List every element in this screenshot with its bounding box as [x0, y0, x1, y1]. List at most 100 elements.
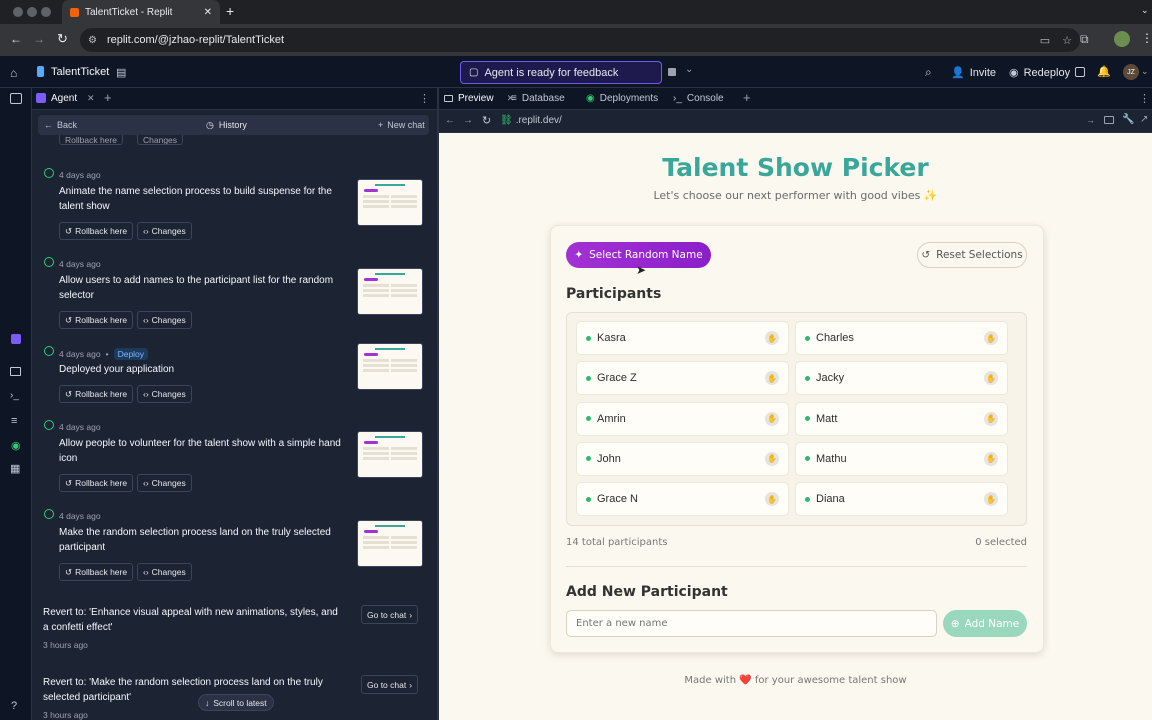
site-info-icon[interactable]: ⚙ — [88, 35, 97, 46]
open-new-window-icon[interactable]: ↗ — [1140, 114, 1148, 125]
participant-card[interactable]: Mathu ✋ — [795, 441, 1008, 476]
app-screenshot-thumbnail[interactable] — [357, 268, 423, 315]
preview-url-field[interactable]: ⛓ .replit.dev/ — [500, 115, 562, 126]
changes-button[interactable]: ‹› Changes — [137, 474, 192, 492]
go-to-chat-button[interactable]: Go to chat › — [361, 675, 419, 694]
address-bar[interactable]: ⚙ replit.com/@jzhao-replit/TalentTicket … — [80, 28, 1080, 52]
tab-deployments[interactable]: ◉ Deployments — [586, 93, 658, 104]
hand-icon[interactable]: ✋ — [765, 371, 779, 386]
notification-bell-icon[interactable]: 🔔 — [1097, 65, 1111, 78]
rollback-button[interactable]: ↺ Rollback here — [59, 563, 134, 581]
install-app-icon[interactable]: ▭ — [1040, 34, 1050, 47]
layout-icon[interactable]: ▤ — [116, 66, 126, 79]
browser-back-icon[interactable]: ← — [10, 32, 22, 46]
tab-console[interactable]: ›_ Console — [673, 93, 724, 104]
chevron-down-icon[interactable]: ⌄ — [1141, 5, 1149, 16]
participant-card[interactable]: Amrin ✋ — [576, 401, 789, 436]
panel-menu-icon[interactable]: ⋮ — [419, 92, 430, 105]
help-icon[interactable]: ? — [11, 700, 17, 712]
tab-preview[interactable]: Preview ✕ — [444, 93, 514, 104]
window-minimize-button[interactable] — [27, 7, 37, 17]
profile-avatar[interactable] — [1114, 31, 1130, 47]
hand-icon[interactable]: ✋ — [984, 492, 998, 507]
window-maximize-button[interactable] — [41, 7, 51, 17]
participant-card[interactable]: Matt ✋ — [795, 401, 1008, 436]
reload-icon[interactable]: ↻ — [57, 31, 68, 47]
close-tab-icon[interactable]: ✕ — [204, 7, 212, 18]
agent-icon[interactable] — [11, 334, 21, 344]
extensions-icon[interactable]: ⧉ — [1080, 32, 1089, 47]
browser-forward-icon[interactable]: → — [33, 32, 45, 46]
browser-menu-icon[interactable]: ⋮ — [1141, 31, 1152, 45]
bookmark-star-icon[interactable]: ☆ — [1062, 34, 1072, 47]
rollback-button[interactable]: ↺ Rollback here — [59, 385, 134, 403]
windows-icon[interactable] — [1075, 67, 1085, 77]
participant-card[interactable]: John ✋ — [576, 441, 789, 476]
hand-icon[interactable]: ✋ — [765, 492, 779, 507]
rollback-button[interactable]: Rollback here — [59, 135, 123, 145]
participant-card[interactable]: Jacky ✋ — [795, 361, 1008, 396]
hand-icon[interactable]: ✋ — [765, 451, 779, 466]
hand-icon[interactable]: ✋ — [984, 451, 998, 466]
new-tab-button[interactable]: + — [226, 3, 234, 19]
close-tab-icon[interactable]: ✕ — [87, 93, 95, 104]
go-to-chat-button[interactable]: Go to chat › — [361, 605, 419, 624]
app-screenshot-thumbnail[interactable] — [357, 179, 423, 226]
history-button[interactable]: ◷ History — [206, 120, 247, 131]
invite-button[interactable]: 👤 Invite — [951, 66, 996, 80]
participant-card[interactable]: Diana ✋ — [795, 482, 1008, 517]
new-tab-button[interactable]: + — [104, 90, 112, 105]
chevron-down-icon[interactable]: ⌄ — [685, 64, 693, 75]
rollback-button[interactable]: ↺ Rollback here — [59, 311, 134, 329]
preview-reload-icon[interactable]: ↻ — [482, 114, 491, 127]
changes-button[interactable]: Changes — [137, 135, 184, 145]
database-icon[interactable]: ≡ — [11, 415, 17, 427]
changes-button[interactable]: ‹› Changes — [137, 563, 192, 581]
changes-button[interactable]: ‹› Changes — [137, 222, 192, 240]
browser-tab[interactable]: TalentTicket - Replit ✕ — [62, 0, 220, 24]
back-button[interactable]: ← Back — [44, 120, 77, 130]
rollback-button[interactable]: ↺ Rollback here — [59, 222, 134, 240]
participant-card[interactable]: Grace N ✋ — [576, 482, 789, 517]
rollback-button[interactable]: ↺ Rollback here — [59, 474, 134, 492]
hand-icon[interactable]: ✋ — [984, 411, 998, 426]
reset-selections-button[interactable]: ↺ Reset Selections — [917, 242, 1027, 268]
preview-back-icon[interactable]: ← — [445, 115, 455, 126]
devtools-icon[interactable]: 🔧 — [1122, 114, 1134, 125]
new-tab-button[interactable]: + — [743, 90, 751, 105]
stop-icon[interactable] — [668, 68, 676, 76]
participant-card[interactable]: Charles ✋ — [795, 321, 1008, 355]
new-chat-button[interactable]: + New chat — [378, 120, 425, 130]
panel-menu-icon[interactable]: ⋮ — [1139, 92, 1150, 105]
redeploy-button[interactable]: ◉ Redeploy — [1009, 66, 1070, 80]
hand-icon[interactable]: ✋ — [984, 331, 998, 345]
user-avatar[interactable]: JZ — [1123, 64, 1139, 80]
app-screenshot-thumbnail[interactable] — [357, 520, 423, 567]
tab-database[interactable]: ≡ Database — [511, 93, 565, 104]
new-name-input[interactable] — [566, 610, 937, 637]
all-tools-icon[interactable]: ▦ — [10, 462, 20, 475]
console-icon[interactable]: ›_ — [10, 390, 19, 401]
changes-button[interactable]: ‹› Changes — [137, 385, 192, 403]
hand-icon[interactable]: ✋ — [984, 371, 998, 386]
devices-icon[interactable] — [1104, 116, 1114, 124]
window-close-button[interactable] — [13, 7, 23, 17]
changes-button[interactable]: ‹› Changes — [137, 311, 192, 329]
search-icon[interactable]: ⌕ — [925, 65, 932, 80]
tab-agent[interactable]: Agent — [51, 93, 77, 104]
project-name[interactable]: TalentTicket — [51, 66, 109, 78]
chevron-down-icon[interactable]: ⌄ — [1141, 66, 1149, 77]
scroll-to-latest-button[interactable]: ↓ Scroll to latest — [198, 694, 274, 711]
deployments-icon[interactable]: ◉ — [11, 439, 21, 452]
add-name-button[interactable]: ⊕ Add Name — [943, 610, 1027, 637]
hand-icon[interactable]: ✋ — [765, 331, 779, 345]
app-screenshot-thumbnail[interactable] — [357, 343, 423, 390]
preview-forward-icon[interactable]: → — [463, 115, 473, 126]
home-icon[interactable]: ⌂ — [10, 66, 17, 80]
hand-icon[interactable]: ✋ — [765, 411, 779, 426]
preview-icon[interactable] — [10, 367, 21, 376]
open-arrow-icon[interactable]: → — [1086, 115, 1095, 125]
participant-card[interactable]: Kasra ✋ — [576, 321, 789, 355]
app-screenshot-thumbnail[interactable] — [357, 431, 423, 478]
participant-card[interactable]: Grace Z ✋ — [576, 361, 789, 396]
